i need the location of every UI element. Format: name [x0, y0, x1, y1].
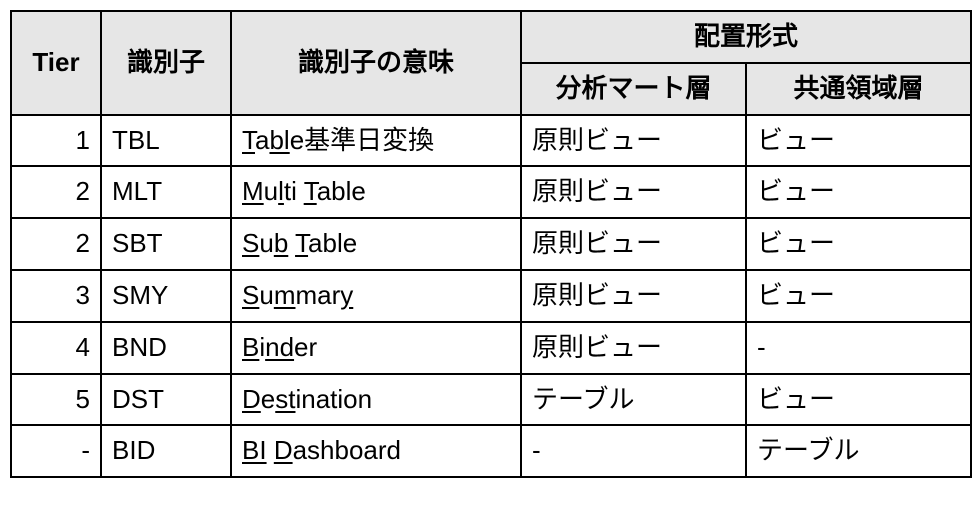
cell-meaning: Sub Table	[231, 218, 521, 270]
cell-meaning: Destination	[231, 374, 521, 426]
cell-placement-mart: 原則ビュー	[521, 166, 746, 218]
header-placement-common: 共通領域層	[746, 63, 971, 115]
cell-placement-common: ビュー	[746, 218, 971, 270]
cell-meaning: Multi Table	[231, 166, 521, 218]
table-body: 1TBLTable基準日変換原則ビュービュー2MLTMulti Table原則ビ…	[11, 115, 971, 478]
table-row: 3SMYSummary原則ビュービュー	[11, 270, 971, 322]
cell-meaning: BI Dashboard	[231, 425, 521, 477]
cell-identifier: MLT	[101, 166, 231, 218]
cell-identifier: BID	[101, 425, 231, 477]
cell-tier: 4	[11, 322, 101, 374]
table-row: 4BNDBinder原則ビュー-	[11, 322, 971, 374]
cell-placement-common: ビュー	[746, 166, 971, 218]
header-meaning: 識別子の意味	[231, 11, 521, 115]
cell-placement-common: ビュー	[746, 374, 971, 426]
cell-placement-common: -	[746, 322, 971, 374]
cell-identifier: BND	[101, 322, 231, 374]
cell-placement-mart: 原則ビュー	[521, 218, 746, 270]
header-identifier: 識別子	[101, 11, 231, 115]
cell-placement-common: テーブル	[746, 425, 971, 477]
cell-identifier: TBL	[101, 115, 231, 167]
cell-placement-common: ビュー	[746, 115, 971, 167]
cell-placement-mart: テーブル	[521, 374, 746, 426]
cell-meaning: Binder	[231, 322, 521, 374]
cell-placement-common: ビュー	[746, 270, 971, 322]
cell-tier: 2	[11, 218, 101, 270]
cell-placement-mart: 原則ビュー	[521, 115, 746, 167]
table-row: 2MLTMulti Table原則ビュービュー	[11, 166, 971, 218]
header-placement-mart: 分析マート層	[521, 63, 746, 115]
table-row: -BIDBI Dashboard-テーブル	[11, 425, 971, 477]
cell-placement-mart: -	[521, 425, 746, 477]
table-header-row-1: Tier 識別子 識別子の意味 配置形式	[11, 11, 971, 63]
cell-tier: 1	[11, 115, 101, 167]
cell-tier: -	[11, 425, 101, 477]
header-placement-group: 配置形式	[521, 11, 971, 63]
cell-meaning: Table基準日変換	[231, 115, 521, 167]
cell-identifier: DST	[101, 374, 231, 426]
cell-placement-mart: 原則ビュー	[521, 270, 746, 322]
cell-tier: 5	[11, 374, 101, 426]
cell-placement-mart: 原則ビュー	[521, 322, 746, 374]
cell-tier: 2	[11, 166, 101, 218]
cell-tier: 3	[11, 270, 101, 322]
table-row: 2SBTSub Table原則ビュービュー	[11, 218, 971, 270]
cell-meaning: Summary	[231, 270, 521, 322]
cell-identifier: SBT	[101, 218, 231, 270]
header-tier: Tier	[11, 11, 101, 115]
table-row: 1TBLTable基準日変換原則ビュービュー	[11, 115, 971, 167]
cell-identifier: SMY	[101, 270, 231, 322]
identifier-tier-table: Tier 識別子 識別子の意味 配置形式 分析マート層 共通領域層 1TBLTa…	[10, 10, 972, 478]
table-row: 5DSTDestinationテーブルビュー	[11, 374, 971, 426]
